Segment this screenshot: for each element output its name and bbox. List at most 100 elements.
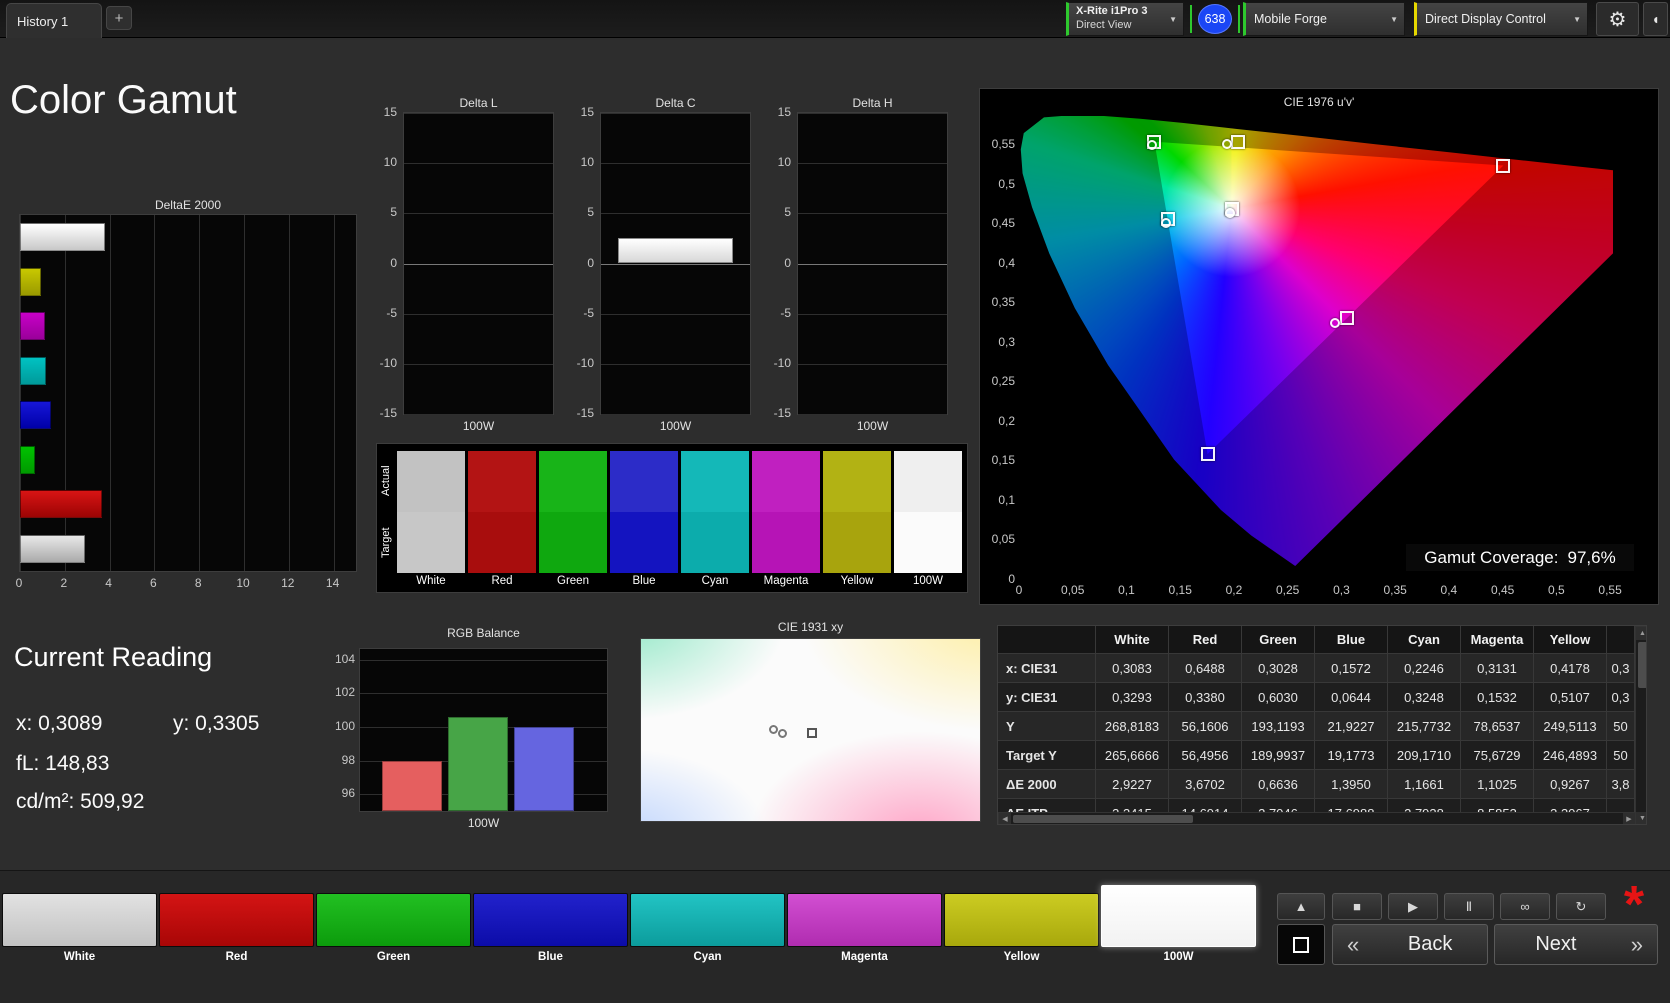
patch-label: Green [376,951,411,963]
gamut-coverage-box: Gamut Coverage: 97,6% [1406,544,1634,571]
transport-pause-button[interactable]: Ⅱ [1444,893,1494,920]
patch-label: 100W [1163,951,1194,963]
delta-h-chart [797,112,948,415]
axis-tick-label: 0,3 [1333,583,1350,597]
target-swatch-white [397,512,465,573]
settings-button[interactable]: ⚙ [1596,2,1639,36]
transport-stop-button[interactable]: ■ [1332,893,1382,920]
arrow-up-icon: ▲ [1294,899,1308,914]
patch-button-white[interactable] [2,893,157,947]
chevron-down-icon: ▼ [1573,14,1581,24]
patch-button-red[interactable] [159,893,314,947]
swatch-label: White [416,575,446,587]
grid-line [798,313,947,315]
axis-tick-label: 96 [341,786,355,801]
display-control-dropdown[interactable]: Direct Display Control ▼ [1414,2,1588,36]
current-reading-title: Current Reading [14,642,213,672]
grid-line [333,215,335,571]
transport-play-button[interactable]: ▶ [1388,893,1438,920]
target-marker-blue [1200,447,1215,462]
patch-button-green[interactable] [316,893,471,947]
axis-tick-label: 0,2 [1225,583,1243,597]
scroll-up-button[interactable]: ▲ [1636,627,1646,640]
grid-line [360,659,607,661]
swatch-row-label-target: Target [380,527,392,559]
source-dropdown[interactable]: Mobile Forge ▼ [1243,2,1405,36]
actual-swatch-cyan [681,451,749,512]
grid-line [404,313,553,315]
add-tab-button[interactable]: + [106,6,132,30]
table-cell: 78,6537 [1461,712,1534,741]
table-cell: 75,6729 [1461,741,1534,770]
back-button[interactable]: « Back [1332,924,1488,965]
axis-tick-label: 0,45 [1490,583,1515,597]
deltae-bar-red [20,490,103,519]
table-cell: 0,1572 [1315,654,1388,683]
patch-scroll-up-button[interactable]: ▲ [1277,893,1325,920]
table-vertical-scrollbar[interactable]: ▲ ▼ [1635,626,1646,824]
patch-button-magenta[interactable] [787,893,942,947]
patch-button-blue[interactable] [473,893,628,947]
target-swatch-green [539,512,607,573]
axis-tick-label: 15 [383,105,397,119]
reading-cdm2: cd/m²: 509,92 [16,790,145,813]
table-row: x: CIE31 0,3083 0,6488 0,3028 0,1572 0,2246 0,… [998,654,1635,683]
tab-history-label: History 1 [17,13,69,29]
table-cell: 0,2246 [1388,654,1461,683]
play-icon: ▶ [1408,898,1418,914]
scroll-left-button[interactable]: ◀ [999,813,1011,824]
transport-repeat-button[interactable]: ↻ [1556,893,1606,920]
table-horizontal-scrollbar[interactable]: ◀ ▶ [998,812,1635,824]
grid-line [798,363,947,365]
axis-tick-label: 0,25 [991,374,1015,389]
tab-history-1[interactable]: History 1 [6,3,102,38]
measured-marker-1 [778,729,787,738]
rgb-bar-green [448,716,508,811]
axis-tick-label: -10 [773,355,791,370]
axis-tick-label: -10 [379,355,397,370]
meter-mode: Direct View [1076,19,1132,31]
table-cell: 0,3131 [1461,654,1534,683]
swatch-label: Blue [632,575,656,587]
reading-y: y: 0,3305 [173,712,260,735]
back-button-label: Back [1407,933,1453,955]
table-cell: 0,3 [1607,654,1635,683]
table-cell: 19,1773 [1315,741,1388,770]
patch-button-yellow[interactable] [944,893,1099,947]
delta-l-caption: 100W [462,419,495,433]
scrollbar-thumb[interactable] [1638,642,1646,688]
table-cell: 246,4893 [1534,741,1607,770]
target-swatch-cyan [681,512,749,573]
cie1976-title: CIE 1976 u'v' [1283,95,1355,109]
deltae-bar-magenta [20,312,45,341]
axis-tick-label: 10 [236,576,250,590]
scroll-right-button[interactable]: ▶ [1623,813,1635,824]
axis-tick-label: 0,3 [998,334,1015,349]
grid-line [404,213,553,215]
pattern-window-button[interactable] [1277,924,1325,965]
meter-name: X-Rite i1Pro 3 [1076,5,1148,18]
grid-line [404,163,553,165]
table-row: y: CIE31 0,3293 0,3380 0,6030 0,0644 0,3248 0,… [998,683,1635,712]
axis-tick-label: 0,1 [998,492,1015,507]
stop-icon: ■ [1353,899,1361,914]
table-cell: 265,6666 [1096,741,1169,770]
table-row-label: Target Y [998,741,1096,770]
axis-tick-label: 0,05 [991,532,1015,547]
axis-tick-label: 10 [580,155,594,170]
swatch-label: Magenta [763,575,809,587]
patch-button-100w[interactable] [1101,885,1256,947]
white-square-icon [1293,936,1309,953]
table-cell: 193,1193 [1242,712,1315,741]
patch-button-cyan[interactable] [630,893,785,947]
meter-dropdown[interactable]: X-Rite i1Pro 3 Direct View ▼ [1066,2,1184,36]
axis-tick-label: 0,4 [998,255,1015,270]
transport-continuous-button[interactable]: ∞ [1500,893,1550,920]
measured-marker-cyan [1160,217,1171,228]
collapse-panel-button[interactable]: ◖ [1643,2,1668,36]
grid-line [601,163,750,165]
scroll-down-button[interactable]: ▼ [1636,812,1646,824]
axis-tick-label: 0,55 [991,137,1015,152]
next-button[interactable]: Next » [1494,924,1658,965]
scrollbar-thumb[interactable] [1013,815,1193,823]
